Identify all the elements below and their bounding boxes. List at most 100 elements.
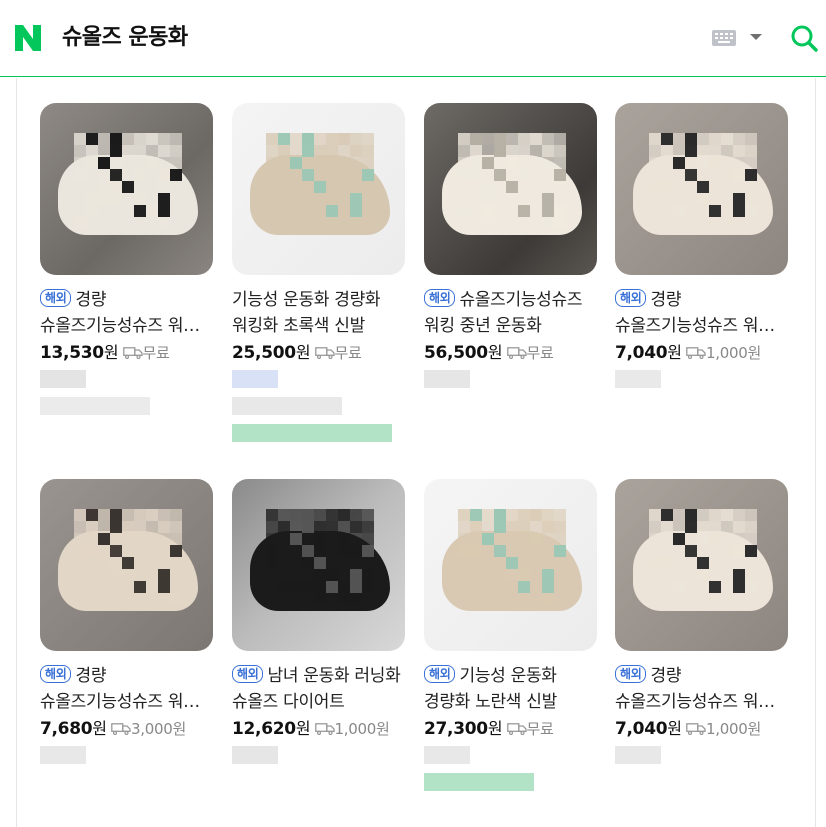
- image-mosaic-tile: [314, 581, 326, 593]
- product-image[interactable]: [424, 103, 597, 275]
- truck-icon: [314, 723, 335, 735]
- image-mosaic-tile: [470, 157, 482, 169]
- product-title[interactable]: 해외 슈올즈기능성슈즈 워킹 중년 운동화: [424, 287, 599, 339]
- image-mosaic-tile: [709, 569, 721, 581]
- product-title[interactable]: 기능성 운동화 경량화 워킹화 초록색 신발: [232, 287, 407, 339]
- image-mosaic-tile: [266, 193, 278, 205]
- image-mosaic-tile: [482, 193, 494, 205]
- product-image[interactable]: [615, 479, 788, 651]
- image-mosaic-tile: [266, 545, 278, 557]
- image-mosaic-tile: [314, 509, 326, 521]
- chevron-down-icon[interactable]: [750, 34, 762, 40]
- image-mosaic-tile: [661, 181, 673, 193]
- image-mosaic-tile: [697, 569, 709, 581]
- overseas-badge: 해외: [232, 665, 264, 683]
- search-query[interactable]: 슈올즈 운동화: [62, 22, 188, 54]
- image-mosaic-tile: [266, 521, 278, 533]
- product-title[interactable]: 해외 남녀 운동화 러닝화 슈올즈 다이어트: [232, 663, 407, 715]
- image-mosaic-tile: [362, 581, 374, 593]
- product-card[interactable]: 해외 기능성 운동화 경량화 노란색 신발 27,300원 무료: [424, 479, 599, 826]
- product-card[interactable]: 해외경량 슈올즈기능성슈즈 워킹 운동화 7,040원 1,000원: [615, 479, 790, 826]
- image-mosaic-tile: [649, 581, 661, 593]
- image-mosaic-tile: [326, 521, 338, 533]
- product-image[interactable]: [424, 479, 597, 651]
- overseas-badge: 해외: [615, 289, 647, 307]
- image-mosaic-tile: [745, 581, 757, 593]
- image-mosaic-tile: [170, 509, 182, 521]
- keyboard-icon[interactable]: [712, 30, 736, 46]
- image-mosaic-tile: [661, 533, 673, 545]
- image-mosaic-tile: [470, 193, 482, 205]
- image-mosaic-tile: [673, 557, 685, 569]
- image-mosaic-tile: [506, 521, 518, 533]
- product-card[interactable]: 해외경량 슈올즈기능성슈즈 워킹 운동화 13,530원 무료: [40, 103, 215, 450]
- product-image[interactable]: [615, 103, 788, 275]
- image-mosaic-tile: [518, 157, 530, 169]
- image-mosaic-tile: [554, 157, 566, 169]
- image-mosaic-tile: [494, 569, 506, 581]
- product-title[interactable]: 해외경량 슈올즈기능성슈즈 워킹 운동화: [615, 287, 790, 339]
- image-mosaic-tile: [338, 193, 350, 205]
- image-mosaic-tile: [709, 133, 721, 145]
- image-mosaic-tile: [110, 593, 122, 605]
- search-icon[interactable]: [788, 22, 820, 54]
- shipping-fee: 무료: [142, 344, 170, 362]
- image-mosaic-tile: [290, 217, 302, 229]
- image-mosaic-tile: [146, 593, 158, 605]
- image-mosaic-tile: [86, 145, 98, 157]
- image-mosaic-tile: [530, 581, 542, 593]
- image-mosaic-tile: [110, 169, 122, 181]
- naver-logo-icon[interactable]: [12, 22, 44, 54]
- image-mosaic-tile: [134, 181, 146, 193]
- image-mosaic-tile: [122, 205, 134, 217]
- image-mosaic-tile: [697, 217, 709, 229]
- image-mosaic-tile: [673, 509, 685, 521]
- image-mosaic-tile: [362, 509, 374, 521]
- truck-icon: [122, 347, 143, 359]
- image-mosaic-tile: [266, 569, 278, 581]
- image-mosaic-tile: [494, 205, 506, 217]
- image-mosaic-tile: [98, 157, 110, 169]
- image-mosaic-tile: [350, 145, 362, 157]
- image-mosaic-tile: [518, 509, 530, 521]
- product-title[interactable]: 해외 기능성 운동화 경량화 노란색 신발: [424, 663, 599, 715]
- image-mosaic-tile: [649, 533, 661, 545]
- image-mosaic-tile: [134, 145, 146, 157]
- product-card[interactable]: 기능성 운동화 경량화 워킹화 초록색 신발 25,500원 무료: [232, 103, 407, 450]
- product-title[interactable]: 해외경량 슈올즈기능성슈즈 워킹 운동화: [615, 663, 790, 715]
- image-mosaic-tile: [134, 521, 146, 533]
- image-mosaic-tile: [74, 193, 86, 205]
- image-mosaic-tile: [482, 133, 494, 145]
- truck-icon: [111, 723, 131, 735]
- product-image[interactable]: [40, 479, 213, 651]
- image-mosaic-tile: [470, 533, 482, 545]
- product-image[interactable]: [232, 479, 405, 651]
- image-mosaic-tile: [74, 593, 86, 605]
- product-image[interactable]: [40, 103, 213, 275]
- image-mosaic-tile: [158, 205, 170, 217]
- image-mosaic-tile: [146, 217, 158, 229]
- image-mosaic-tile: [721, 205, 733, 217]
- product-title[interactable]: 해외경량 슈올즈기능성슈즈 워킹 운동화: [40, 663, 215, 715]
- image-mosaic-tile: [554, 133, 566, 145]
- image-mosaic-tile: [697, 533, 709, 545]
- image-mosaic-tile: [482, 181, 494, 193]
- image-mosaic-tile: [506, 593, 518, 605]
- product-card[interactable]: 해외 슈올즈기능성슈즈 워킹 중년 운동화 56,500원 무료: [424, 103, 599, 450]
- product-title[interactable]: 해외경량 슈올즈기능성슈즈 워킹 운동화: [40, 287, 215, 339]
- image-mosaic-tile: [98, 509, 110, 521]
- product-image[interactable]: [232, 103, 405, 275]
- image-mosaic-tile: [134, 581, 146, 593]
- image-mosaic-tile: [146, 181, 158, 193]
- product-card[interactable]: 해외경량 슈올즈기능성슈즈 워킹 운동화 7,040원 1,000원: [615, 103, 790, 450]
- image-mosaic-tile: [470, 557, 482, 569]
- product-card[interactable]: 해외 남녀 운동화 러닝화 슈올즈 다이어트 12,620원 1,000원: [232, 479, 407, 826]
- image-mosaic-tile: [494, 217, 506, 229]
- image-mosaic-tile: [697, 581, 709, 593]
- product-card[interactable]: 해외경량 슈올즈기능성슈즈 워킹 운동화 7,680원 3,000원: [40, 479, 215, 826]
- image-mosaic-tile: [542, 169, 554, 181]
- image-mosaic-tile: [506, 569, 518, 581]
- image-mosaic-tile: [338, 157, 350, 169]
- image-mosaic-tile: [362, 557, 374, 569]
- image-mosaic-tile: [470, 545, 482, 557]
